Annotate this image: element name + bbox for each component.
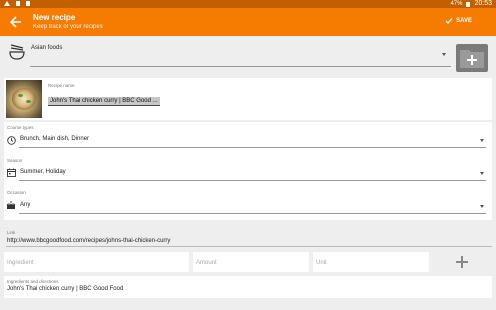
clock-icon (7, 136, 16, 145)
occasion-underline (19, 213, 486, 214)
clock: 20:53 (474, 0, 492, 7)
notification-icon (16, 1, 20, 6)
add-ingredient-icon[interactable] (455, 255, 469, 269)
herb-garnish (26, 100, 31, 103)
category-underline (30, 66, 451, 67)
unit-placeholder: Unit (316, 260, 327, 266)
save-button[interactable]: SAVE (445, 17, 472, 25)
unit-input[interactable]: Unit (313, 252, 429, 272)
ingredients-directions-label: Ingredients and directions (7, 279, 59, 284)
app-bar: New recipe Keep track of your recipes SA… (0, 8, 496, 36)
link-label: Link (7, 230, 16, 235)
ingredient-input[interactable]: Ingredient (4, 252, 189, 272)
chevron-down-icon (480, 172, 484, 175)
add-category-button[interactable] (456, 44, 488, 72)
occasion-card (4, 188, 492, 220)
folder-plus-icon (460, 50, 484, 68)
bowl-icon (9, 44, 25, 60)
season-card (4, 156, 492, 188)
chevron-down-icon (480, 139, 484, 142)
plate-image (12, 88, 36, 110)
save-label: SAVE (456, 18, 472, 24)
recipe-photo[interactable] (6, 80, 42, 118)
recipe-name-label: Recipe name (48, 83, 75, 88)
calendar-icon (7, 168, 16, 177)
amount-input[interactable]: Amount (193, 252, 309, 272)
ingredient-placeholder: Ingredient (7, 260, 34, 266)
page-subtitle: Keep track of your recipes (33, 24, 103, 30)
check-icon (445, 18, 453, 24)
link-underline (6, 246, 492, 247)
chevron-down-icon (480, 205, 484, 208)
ingredients-directions-input[interactable]: John's Thai chicken curry | BBC Good Foo… (7, 286, 123, 292)
download-icon (26, 1, 30, 6)
course-types-underline (19, 147, 486, 148)
battery-icon (466, 2, 471, 7)
warning-icon (4, 1, 10, 6)
season-label: Season (7, 158, 23, 163)
amount-placeholder: Amount (196, 260, 217, 266)
category-value: Asian foods (31, 45, 63, 51)
cake-icon (6, 201, 16, 209)
occasion-value[interactable]: Any (20, 202, 30, 208)
chevron-down-icon (442, 53, 446, 56)
recipe-name-input[interactable]: John's Thai chicken curry | BBC Good ... (48, 97, 160, 106)
herb-garnish (18, 94, 23, 97)
arrow-left-icon[interactable] (8, 14, 24, 30)
link-input[interactable]: http://www.bbcgoodfood.com/recipes/johns… (7, 238, 170, 244)
occasion-label: Occasion (7, 190, 26, 195)
course-types-label: Course types (7, 125, 34, 130)
status-bar: 47% 20:53 (0, 0, 496, 8)
season-value[interactable]: Summer, Holiday (20, 169, 66, 175)
course-types-value[interactable]: Brunch, Main dish, Dinner (20, 136, 89, 142)
page-title: New recipe (33, 13, 76, 22)
battery-level: 47% (450, 1, 463, 7)
season-underline (19, 180, 486, 181)
